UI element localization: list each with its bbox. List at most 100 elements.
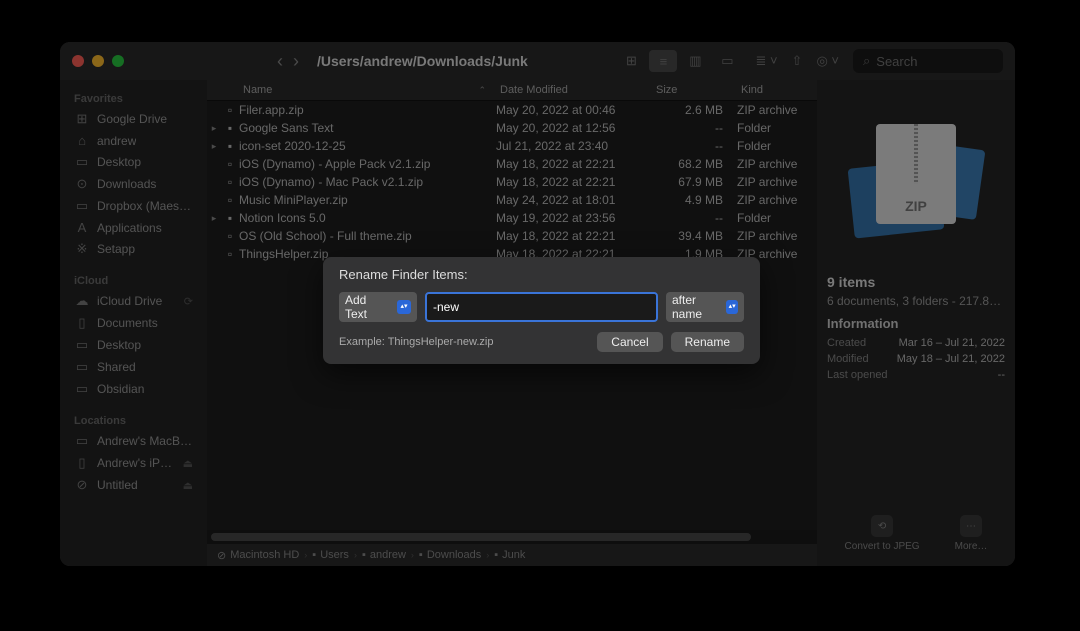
nav-forward-icon[interactable]: › xyxy=(293,51,299,72)
search-box[interactable]: ⌕ xyxy=(853,49,1003,73)
tags-button[interactable]: ◎ ˅ xyxy=(816,53,839,69)
sidebar-item[interactable]: ▭Desktop xyxy=(66,334,201,356)
path-segment[interactable]: ▪ Junk xyxy=(494,549,525,561)
cancel-button[interactable]: Cancel xyxy=(597,332,662,352)
sidebar-item-icon: ▯ xyxy=(74,455,90,471)
minimize-window-button[interactable] xyxy=(92,55,104,67)
disclosure-icon[interactable]: ▸ xyxy=(207,141,221,152)
fullscreen-window-button[interactable] xyxy=(112,55,124,67)
preview-pane: ZIP 9 items 6 documents, 3 folders - 217… xyxy=(817,80,1015,566)
file-date: Jul 21, 2022 at 23:40 xyxy=(496,139,652,153)
sidebar-item[interactable]: ⊞Google Drive xyxy=(66,108,201,130)
share-button[interactable]: ⇧ xyxy=(792,53,803,69)
preview-info-key: Created xyxy=(827,337,866,349)
sidebar-item-icon: ⊙ xyxy=(74,176,90,192)
file-icon: ▪ xyxy=(221,211,239,225)
sidebar-item[interactable]: ▯Documents xyxy=(66,312,201,334)
scrollbar-thumb[interactable] xyxy=(211,533,751,541)
sidebar-item[interactable]: ▭Obsidian xyxy=(66,378,201,400)
file-size: 4.9 MB xyxy=(652,193,737,207)
file-row[interactable]: ▫iOS (Dynamo) - Apple Pack v2.1.zipMay 1… xyxy=(207,155,817,173)
path-segment-icon: ▪ xyxy=(312,549,316,561)
disclosure-icon[interactable]: ▸ xyxy=(207,213,221,224)
disclosure-icon[interactable]: ▸ xyxy=(207,123,221,134)
preview-action-icon: ⟲ xyxy=(871,515,893,537)
sidebar-item[interactable]: ▭Shared xyxy=(66,356,201,378)
file-size: 39.4 MB xyxy=(652,229,737,243)
sidebar-item[interactable]: ▭Desktop xyxy=(66,151,201,173)
path-segment-label: Junk xyxy=(502,549,525,561)
sidebar-item-label: Obsidian xyxy=(97,382,144,396)
sidebar-item[interactable]: ⌂andrew xyxy=(66,130,201,151)
file-kind: Folder xyxy=(737,139,817,153)
column-header-kind[interactable]: Kind xyxy=(737,84,817,96)
select-arrows-icon: ▴▾ xyxy=(726,300,738,314)
sidebar-item[interactable]: AApplications xyxy=(66,217,201,238)
preview-info-value: -- xyxy=(998,369,1005,381)
preview-info-key: Last opened xyxy=(827,369,888,381)
file-row[interactable]: ▸▪Notion Icons 5.0May 19, 2022 at 23:56-… xyxy=(207,209,817,227)
preview-title: 9 items xyxy=(827,274,1005,290)
file-date: May 19, 2022 at 23:56 xyxy=(496,211,652,225)
group-by-button[interactable]: ≣ ˅ xyxy=(755,53,777,69)
column-header-name[interactable]: Name ⌃ xyxy=(207,84,496,96)
rename-action-select[interactable]: Add Text ▴▾ xyxy=(339,292,417,322)
file-size: 67.9 MB xyxy=(652,175,737,189)
sidebar-item[interactable]: ☁iCloud Drive⟳ xyxy=(66,290,201,312)
rename-text-input[interactable] xyxy=(425,292,658,322)
file-name: Notion Icons 5.0 xyxy=(239,211,496,225)
sidebar-item-label: iCloud Drive xyxy=(97,294,162,308)
path-segment-icon: ▪ xyxy=(419,549,423,561)
view-list-button[interactable]: ≡ xyxy=(649,50,677,72)
sidebar-item-icon: ⊘ xyxy=(74,477,90,493)
sidebar-item-label: andrew xyxy=(97,134,136,148)
rename-position-select[interactable]: after name ▴▾ xyxy=(666,292,744,322)
file-row[interactable]: ▫Music MiniPlayer.zipMay 24, 2022 at 18:… xyxy=(207,191,817,209)
preview-action-label: More… xyxy=(955,541,988,552)
sidebar-item-label: Desktop xyxy=(97,338,141,352)
sidebar-item[interactable]: ⊘Untitled⏏ xyxy=(66,474,201,496)
sidebar-item[interactable]: ▯Andrew's iP…⏏ xyxy=(66,452,201,474)
close-window-button[interactable] xyxy=(72,55,84,67)
path-segment[interactable]: ▪Users xyxy=(312,549,349,561)
view-mode-group: ⊞ ≡ ▥ ▭ xyxy=(617,50,741,72)
view-columns-button[interactable]: ▥ xyxy=(681,50,709,72)
sidebar-item-label: Downloads xyxy=(97,177,156,191)
path-segment[interactable]: ▪Downloads xyxy=(419,549,481,561)
preview-info-value: Mar 16 – Jul 21, 2022 xyxy=(899,337,1005,349)
search-input[interactable] xyxy=(876,54,993,69)
preview-subtitle: 6 documents, 3 folders - 217.8… xyxy=(827,294,1005,308)
file-row[interactable]: ▫Filer.app.zipMay 20, 2022 at 00:462.6 M… xyxy=(207,101,817,119)
file-row[interactable]: ▸▪icon-set 2020-12-25Jul 21, 2022 at 23:… xyxy=(207,137,817,155)
file-name: Google Sans Text xyxy=(239,121,496,135)
sidebar-item[interactable]: ▭Dropbox (Maes… xyxy=(66,195,201,217)
path-separator-icon: › xyxy=(304,550,307,560)
sidebar-item-icon: A xyxy=(74,220,90,235)
horizontal-scrollbar[interactable] xyxy=(207,530,817,544)
file-kind: ZIP archive xyxy=(737,175,817,189)
rename-button[interactable]: Rename xyxy=(671,332,744,352)
file-row[interactable]: ▸▪Google Sans TextMay 20, 2022 at 12:56-… xyxy=(207,119,817,137)
file-row[interactable]: ▫iOS (Dynamo) - Mac Pack v2.1.zipMay 18,… xyxy=(207,173,817,191)
sidebar-item[interactable]: ※Setapp xyxy=(66,238,201,260)
column-header-size[interactable]: Size xyxy=(652,84,737,96)
column-header-date[interactable]: Date Modified xyxy=(496,84,652,96)
path-segment[interactable]: ⊘Macintosh HD xyxy=(217,549,299,562)
preview-action[interactable]: ⋯ More… xyxy=(955,515,988,552)
file-row[interactable]: ▫OS (Old School) - Full theme.zipMay 18,… xyxy=(207,227,817,245)
file-icon: ▫ xyxy=(221,247,239,261)
nav-back-icon[interactable]: ‹ xyxy=(277,51,283,72)
sidebar-item[interactable]: ⊙ Downloads xyxy=(66,173,201,195)
view-icons-button[interactable]: ⊞ xyxy=(617,50,645,72)
preview-action[interactable]: ⟲Convert to JPEG xyxy=(845,515,920,552)
path-segment-icon: ⊘ xyxy=(217,549,226,562)
preview-action-icon: ⋯ xyxy=(960,515,982,537)
view-gallery-button[interactable]: ▭ xyxy=(713,50,741,72)
preview-info-row: Created Mar 16 – Jul 21, 2022 xyxy=(827,337,1005,349)
path-segment[interactable]: ▪andrew xyxy=(362,549,406,561)
file-icon: ▫ xyxy=(221,193,239,207)
sidebar: Favorites⊞Google Drive⌂andrew▭Desktop⊙Do… xyxy=(60,80,207,566)
file-date: May 18, 2022 at 22:21 xyxy=(496,229,652,243)
sidebar-item[interactable]: ▭Andrew's MacB… xyxy=(66,430,201,452)
path-segment-icon: ▪ xyxy=(494,549,498,561)
